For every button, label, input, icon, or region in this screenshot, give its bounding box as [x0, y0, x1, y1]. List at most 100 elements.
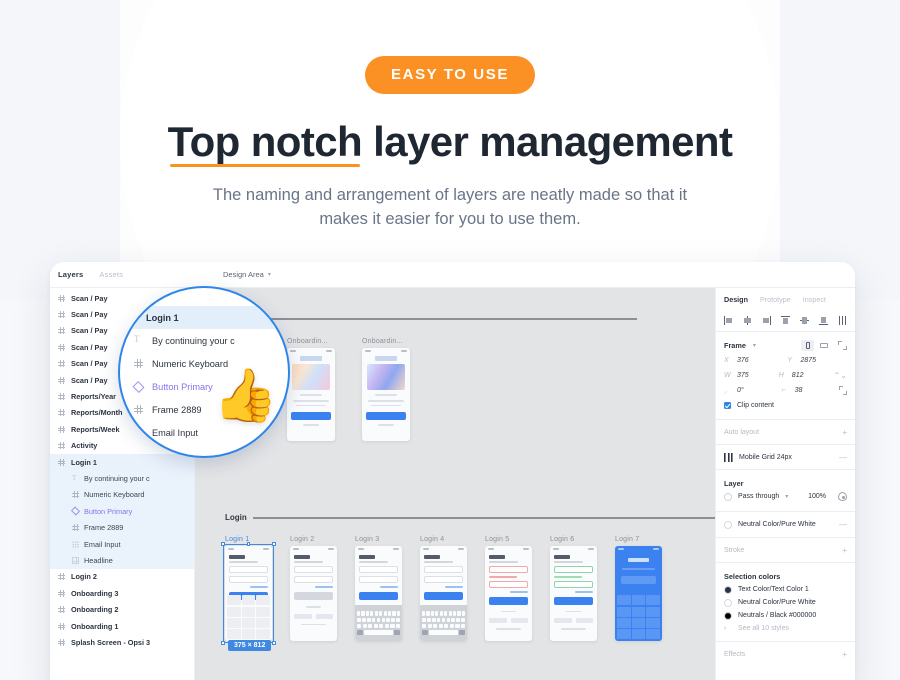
- phone-login-3[interactable]: [355, 546, 402, 641]
- design-area-dropdown[interactable]: Design Area ▾: [223, 270, 271, 279]
- remove-fill-button[interactable]: —: [839, 520, 847, 529]
- chevron-down-icon[interactable]: ▾: [753, 342, 756, 349]
- login-button[interactable]: [554, 596, 593, 605]
- y-field[interactable]: Y 2875: [788, 357, 848, 364]
- layer-row[interactable]: Splash Screen - Opsi 3: [50, 634, 194, 650]
- align-top-icon[interactable]: [781, 316, 790, 325]
- layer-row[interactable]: Login 1: [50, 453, 194, 471]
- primary-button[interactable]: [291, 412, 331, 421]
- clip-content-checkbox[interactable]: [724, 402, 731, 409]
- stroke-row[interactable]: Stroke +: [724, 545, 847, 555]
- selection-handle[interactable]: [221, 641, 225, 645]
- phone-login-4[interactable]: [420, 546, 467, 641]
- height-field[interactable]: H 812: [779, 372, 830, 379]
- see-all-styles-row[interactable]: › See all 10 styles: [724, 622, 847, 635]
- magnified-layer-row[interactable]: Headline: [120, 444, 288, 456]
- color-swatch[interactable]: [724, 585, 732, 594]
- email-field[interactable]: [554, 566, 593, 573]
- remove-grid-button[interactable]: —: [839, 453, 847, 462]
- tab-prototype[interactable]: Prototype: [760, 295, 791, 304]
- color-swatch[interactable]: [724, 598, 732, 607]
- fill-row[interactable]: Neutral Color/Pure White —: [724, 519, 847, 530]
- tab-design[interactable]: Design: [724, 295, 748, 304]
- password-field[interactable]: [554, 580, 593, 588]
- layer-row[interactable]: Onboarding 1: [50, 618, 194, 634]
- resize-to-fit-icon[interactable]: [838, 341, 847, 350]
- keyboard[interactable]: [355, 604, 402, 641]
- selection-color-row[interactable]: Text Color/Text Color 1: [724, 583, 847, 596]
- email-field[interactable]: [359, 566, 398, 573]
- landscape-orientation-button[interactable]: [817, 340, 830, 351]
- opacity-value[interactable]: 100%: [808, 493, 826, 500]
- portrait-orientation-button[interactable]: [801, 340, 814, 351]
- align-left-icon[interactable]: [724, 316, 733, 325]
- width-field[interactable]: W 375: [724, 372, 775, 379]
- phone-login-2[interactable]: [290, 546, 337, 641]
- fill-swatch[interactable]: [724, 520, 732, 529]
- x-field[interactable]: X 376: [724, 357, 784, 364]
- add-effect-button[interactable]: +: [842, 650, 847, 659]
- layer-row[interactable]: Onboarding 2: [50, 601, 194, 617]
- distribute-icon[interactable]: [838, 316, 847, 325]
- login-button[interactable]: [294, 591, 333, 600]
- chevron-down-icon[interactable]: ▾: [785, 493, 788, 500]
- align-vertical-center-icon[interactable]: [800, 316, 809, 325]
- keyboard[interactable]: [420, 604, 467, 641]
- layer-row[interactable]: Email Input: [50, 535, 194, 553]
- magnified-layer-row[interactable]: Login 1: [120, 306, 288, 329]
- proportions-lock-icon[interactable]: ⌃⌄: [834, 371, 847, 380]
- selection-handle[interactable]: [272, 542, 276, 546]
- email-field[interactable]: [229, 566, 268, 573]
- add-auto-layout-button[interactable]: +: [842, 428, 847, 437]
- properties-panel[interactable]: Design Prototype Inspect Frame ▾ X 376 Y…: [715, 288, 855, 680]
- selection-handle[interactable]: [272, 641, 276, 645]
- password-field[interactable]: [424, 576, 463, 583]
- selection-handle[interactable]: [246, 542, 251, 546]
- layout-grid-row[interactable]: Mobile Grid 24px —: [724, 452, 847, 462]
- layer-row[interactable]: Frame 2889: [50, 519, 194, 536]
- phone-login-6[interactable]: [550, 546, 597, 641]
- layer-row[interactable]: Button Primary: [50, 503, 194, 520]
- color-swatch[interactable]: [724, 611, 732, 620]
- align-bottom-icon[interactable]: [819, 316, 828, 325]
- add-stroke-button[interactable]: +: [842, 546, 847, 555]
- password-field[interactable]: [229, 576, 268, 583]
- password-field[interactable]: [359, 576, 398, 583]
- selection-handle[interactable]: [221, 542, 225, 546]
- corner-radius-field[interactable]: ⌐ 38: [782, 387, 836, 394]
- selection-color-row[interactable]: Neutral Color/Pure White: [724, 596, 847, 609]
- tab-layers[interactable]: Layers: [58, 270, 83, 279]
- phone-login-5[interactable]: [485, 546, 532, 641]
- email-field[interactable]: [424, 566, 463, 573]
- rotation-field[interactable]: ◞ 0°: [724, 387, 778, 395]
- auto-layout-row[interactable]: Auto layout +: [724, 427, 847, 437]
- password-field[interactable]: [489, 580, 528, 588]
- visibility-toggle-icon[interactable]: [838, 492, 847, 501]
- login-button[interactable]: [424, 591, 463, 600]
- align-right-icon[interactable]: [762, 316, 771, 325]
- layer-row[interactable]: Onboarding 3: [50, 585, 194, 601]
- password-field[interactable]: [294, 576, 333, 583]
- tab-inspect[interactable]: Inspect: [803, 295, 826, 304]
- clip-content-row[interactable]: Clip content: [724, 398, 847, 413]
- independent-corners-icon[interactable]: [839, 386, 847, 395]
- numeric-keyboard[interactable]: [227, 595, 270, 639]
- selection-color-row[interactable]: Neutrals / Black #000000: [724, 609, 847, 622]
- effects-row[interactable]: Effects +: [724, 649, 847, 659]
- login-button[interactable]: [359, 591, 398, 600]
- phone-onboarding-2[interactable]: [362, 348, 410, 441]
- tab-assets[interactable]: Assets: [99, 270, 123, 279]
- layer-row[interactable]: Headline: [50, 552, 194, 569]
- blend-mode-row[interactable]: Pass through ▾ 100%: [724, 489, 847, 504]
- magnified-layer-row[interactable]: T By continuing your c: [120, 329, 288, 352]
- email-field[interactable]: [294, 566, 333, 573]
- primary-button[interactable]: [366, 412, 406, 421]
- phone-login-1[interactable]: [225, 546, 272, 641]
- layer-row[interactable]: T By continuing your c: [50, 470, 194, 487]
- phone-onboarding-1[interactable]: [287, 348, 335, 441]
- login-button[interactable]: [489, 596, 528, 605]
- email-field[interactable]: [489, 566, 528, 573]
- layer-row[interactable]: Numeric Keyboard: [50, 486, 194, 504]
- layer-row[interactable]: Login 2: [50, 569, 194, 585]
- phone-login-7[interactable]: [615, 546, 662, 641]
